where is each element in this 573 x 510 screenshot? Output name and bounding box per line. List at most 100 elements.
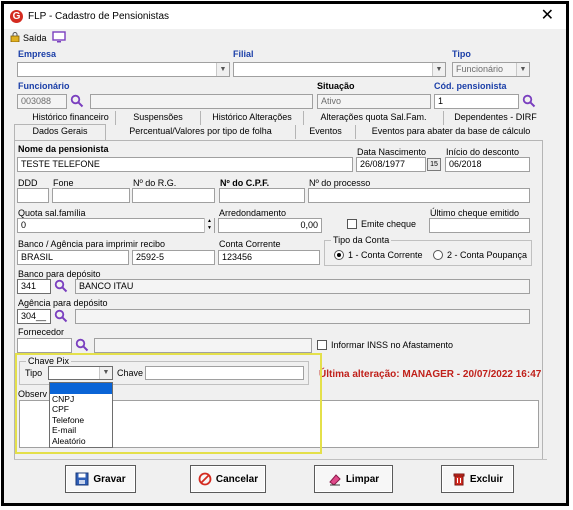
title-bar: G FLP - Cadastro de Pensionistas ✕ xyxy=(4,4,566,29)
search-icon[interactable] xyxy=(54,309,68,323)
excluir-button[interactable]: Excluir xyxy=(441,465,514,493)
chevron-down-icon[interactable]: ▼ xyxy=(516,63,529,76)
tab-dados-gerais[interactable]: Dados Gerais xyxy=(14,124,106,140)
trash-icon xyxy=(453,473,465,486)
emite-cheque-label: Emite cheque xyxy=(361,219,417,229)
tipo-conta-label: Tipo da Conta xyxy=(331,235,392,245)
cancel-icon xyxy=(198,472,212,486)
arredondamento-label: Arredondamento xyxy=(219,208,287,218)
nome-field[interactable]: TESTE TELEFONE xyxy=(17,157,353,172)
fone-field[interactable] xyxy=(52,188,130,203)
situacao-label: Situação xyxy=(317,81,355,91)
inicio-desconto-label: Início do desconto xyxy=(446,147,520,157)
conta-poupanca-radio[interactable] xyxy=(433,250,443,260)
processo-label: Nº do processo xyxy=(309,178,371,188)
ddd-field[interactable] xyxy=(17,188,49,203)
calendar-icon[interactable]: 15 xyxy=(427,158,441,171)
quota-label: Quota sal.família xyxy=(18,208,86,218)
tipo-value: Funcionário xyxy=(456,64,504,74)
nascimento-field[interactable]: 26/08/1977 xyxy=(356,157,426,172)
agencia-deposito-label: Agência para depósito xyxy=(18,298,108,308)
inss-checkbox[interactable] xyxy=(317,340,327,350)
gravar-button[interactable]: Gravar xyxy=(65,465,136,493)
tab-alteracoes-quota[interactable]: Alterações quota Sal.Fam. xyxy=(304,111,444,125)
window-frame: G FLP - Cadastro de Pensionistas ✕ Saída… xyxy=(1,1,569,506)
cpf-field[interactable] xyxy=(219,188,305,203)
search-icon[interactable] xyxy=(70,94,84,108)
search-icon[interactable] xyxy=(54,279,68,293)
search-icon[interactable] xyxy=(75,338,89,352)
cpf-label: Nº do C.P.F. xyxy=(220,178,270,188)
tab-historico-alteracoes[interactable]: Histórico Alterações xyxy=(201,111,304,125)
agencia-deposito-name xyxy=(75,309,530,324)
tab-percentual-valores[interactable]: Percentual/Valores por tipo de folha xyxy=(106,125,296,139)
nascimento-label: Data Nascimento xyxy=(357,147,427,157)
close-icon[interactable]: ✕ xyxy=(541,7,554,25)
rg-field[interactable] xyxy=(132,188,215,203)
empresa-label: Empresa xyxy=(18,49,57,59)
highlight-box xyxy=(15,353,322,454)
processo-field[interactable] xyxy=(308,188,530,203)
conta-corrente-field[interactable]: 123456 xyxy=(218,250,320,265)
chevron-down-icon[interactable]: ▼ xyxy=(432,63,445,76)
fornecedor-name xyxy=(94,338,312,353)
filial-select[interactable]: ▼ xyxy=(233,62,446,77)
ultima-alteracao-text: Última alteração: MANAGER - 20/07/2022 1… xyxy=(319,369,542,380)
conta-corrente-radio[interactable] xyxy=(334,250,344,260)
inss-label: Informar INSS no Afastamento xyxy=(331,340,454,350)
banco-recibo-label: Banco / Agência para imprimir recibo xyxy=(18,239,166,249)
tab-dependentes-dirf[interactable]: Dependentes - DIRF xyxy=(444,111,547,125)
search-icon[interactable] xyxy=(522,94,536,108)
arredondamento-field[interactable]: 0,00 xyxy=(218,218,322,233)
quota-field[interactable]: 0 xyxy=(17,218,215,233)
ultimo-cheque-field[interactable] xyxy=(429,218,530,233)
limpar-label: Limpar xyxy=(345,473,380,485)
banco-deposito-label: Banco para depósito xyxy=(18,269,101,279)
chevron-down-icon[interactable]: ▼ xyxy=(216,63,229,76)
fornecedor-label: Fornecedor xyxy=(18,327,65,337)
emite-cheque-checkbox[interactable] xyxy=(347,219,357,229)
app-logo-icon: G xyxy=(10,10,23,23)
ddd-label: DDD xyxy=(18,178,38,188)
limpar-button[interactable]: Limpar xyxy=(314,465,393,493)
funcionario-label: Funcionário xyxy=(18,81,70,91)
lock-icon[interactable] xyxy=(10,32,20,42)
banco-deposito-name: BANCO ITAU xyxy=(75,279,530,294)
cancelar-label: Cancelar xyxy=(215,473,259,485)
gravar-label: Gravar xyxy=(93,473,126,485)
funcionario-name-field[interactable] xyxy=(90,94,313,109)
agencia-recibo-field[interactable]: 2592-5 xyxy=(132,250,215,265)
saida-menu[interactable]: Saída xyxy=(23,33,47,43)
cancelar-button[interactable]: Cancelar xyxy=(190,465,266,493)
window-title: FLP - Cadastro de Pensionistas xyxy=(28,11,170,22)
tab-eventos[interactable]: Eventos xyxy=(296,125,356,139)
cod-pensionista-label: Cód. pensionista xyxy=(434,81,507,91)
quota-spinner[interactable]: ▲ ▼ xyxy=(204,218,214,233)
banco-recibo-field[interactable]: BRASIL xyxy=(17,250,129,265)
tipo-select[interactable]: Funcionário ▼ xyxy=(452,62,530,77)
nome-label: Nome da pensionista xyxy=(18,144,109,154)
inicio-desconto-field[interactable]: 06/2018 xyxy=(445,157,530,172)
funcionario-code-field[interactable]: 003088 xyxy=(17,94,67,109)
save-icon xyxy=(75,472,89,486)
tab-row-1: Histórico financeiro Suspensões Históric… xyxy=(14,111,547,125)
eraser-icon xyxy=(329,474,341,486)
conta-corrente-label: Conta Corrente xyxy=(219,239,281,249)
divider xyxy=(14,459,547,460)
tab-row-2: Dados Gerais Percentual/Valores por tipo… xyxy=(14,124,547,140)
tab-historico-financeiro[interactable]: Histórico financeiro xyxy=(26,111,116,125)
tab-suspensoes[interactable]: Suspensões xyxy=(116,111,201,125)
empresa-select[interactable]: ▼ xyxy=(17,62,230,77)
toolbar: Saída xyxy=(4,29,566,47)
banco-deposito-code[interactable]: 341 xyxy=(17,279,51,294)
fone-label: Fone xyxy=(53,178,74,188)
monitor-icon[interactable] xyxy=(52,31,66,43)
excluir-label: Excluir xyxy=(469,473,504,485)
agencia-deposito-code[interactable]: 304__ xyxy=(17,309,51,324)
situacao-field: Ativo xyxy=(317,94,431,109)
tipo-label: Tipo xyxy=(452,49,471,59)
cod-pensionista-field[interactable]: 1 xyxy=(434,94,519,109)
fornecedor-code[interactable] xyxy=(17,338,72,353)
tab-eventos-abater[interactable]: Eventos para abater da base de cálculo xyxy=(356,125,546,139)
ultimo-cheque-label: Último cheque emitido xyxy=(430,208,520,218)
